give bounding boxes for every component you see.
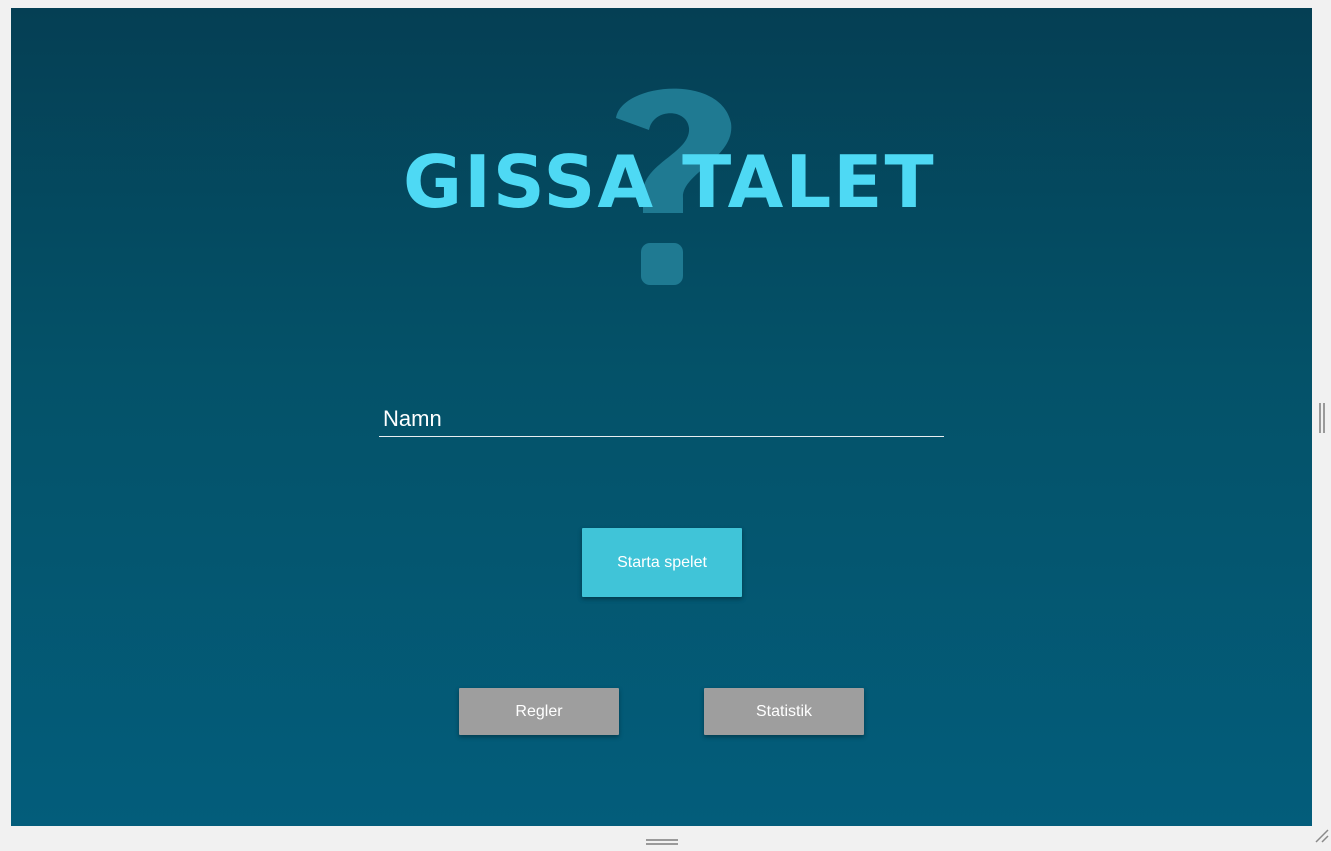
name-input[interactable]	[379, 401, 944, 436]
right-resize-handle[interactable]	[1319, 403, 1325, 433]
resize-handle-icon	[1319, 403, 1325, 433]
logo-title: GISSA TALET	[403, 140, 936, 224]
rules-button[interactable]: Regler	[459, 688, 619, 735]
start-game-button[interactable]: Starta spelet	[582, 528, 742, 597]
resize-grip-icon	[1315, 829, 1329, 843]
name-field[interactable]	[379, 401, 944, 437]
corner-resize-grip[interactable]	[1314, 828, 1330, 844]
game-screen: GISSA TALET Starta spelet Regler Statist…	[11, 8, 1312, 826]
bottom-resize-handle[interactable]	[646, 833, 678, 845]
statistics-button[interactable]: Statistik	[704, 688, 864, 735]
game-logo: GISSA TALET	[391, 78, 936, 288]
